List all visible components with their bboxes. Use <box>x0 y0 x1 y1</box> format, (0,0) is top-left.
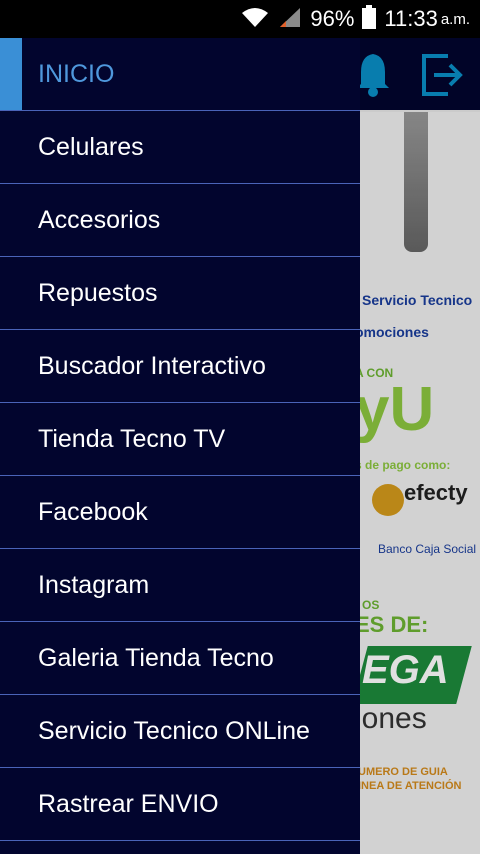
drawer-item-buscador-interactivo[interactable]: Buscador Interactivo <box>0 330 360 403</box>
drawer-item-label: Instagram <box>38 570 150 599</box>
battery-percent: 96% <box>310 6 355 31</box>
clock-time: 11:33 <box>384 6 438 31</box>
drawer-item-facebook[interactable]: Facebook <box>0 476 360 549</box>
drawer-item-galeria-tienda-tecno[interactable]: Galeria Tienda Tecno <box>0 622 360 695</box>
drawer-item-label: Rastrear ENVIO <box>38 789 219 818</box>
drawer-item-servicio-tecnico-online[interactable]: Servicio Tecnico ONLine <box>0 695 360 768</box>
clock-ampm: a.m. <box>440 10 470 28</box>
wifi-icon <box>240 6 270 33</box>
drawer-item-label: Servicio Tecnico ONLine <box>38 716 310 745</box>
drawer-item-label: Buscador Interactivo <box>38 351 266 380</box>
drawer-item-label: Facebook <box>38 497 148 526</box>
navigation-drawer: INICIO Celulares Accesorios Repuestos Bu… <box>0 38 360 854</box>
drawer-item-rastrear-envio[interactable]: Rastrear ENVIO <box>0 768 360 841</box>
active-indicator <box>0 38 22 110</box>
drawer-item-label: INICIO <box>38 59 115 88</box>
drawer-item-label: Repuestos <box>38 278 158 307</box>
drawer-item-label: Celulares <box>38 132 144 161</box>
battery-icon <box>362 4 377 34</box>
drawer-item-repuestos[interactable]: Repuestos <box>0 257 360 330</box>
signal-icon <box>278 6 302 33</box>
drawer-item-accesorios[interactable]: Accesorios <box>0 184 360 257</box>
drawer-item-tienda-tecno-tv[interactable]: Tienda Tecno TV <box>0 403 360 476</box>
drawer-item-label: Tienda Tecno TV <box>38 424 226 453</box>
drawer-item-label: Accesorios <box>38 205 161 234</box>
status-bar: 96% 11:33 a.m. <box>0 0 480 38</box>
drawer-item-label: Galeria Tienda Tecno <box>38 643 274 672</box>
drawer-item-inicio[interactable]: INICIO <box>0 38 360 111</box>
drawer-item-instagram[interactable]: Instagram <box>0 549 360 622</box>
drawer-item-celulares[interactable]: Celulares <box>0 111 360 184</box>
